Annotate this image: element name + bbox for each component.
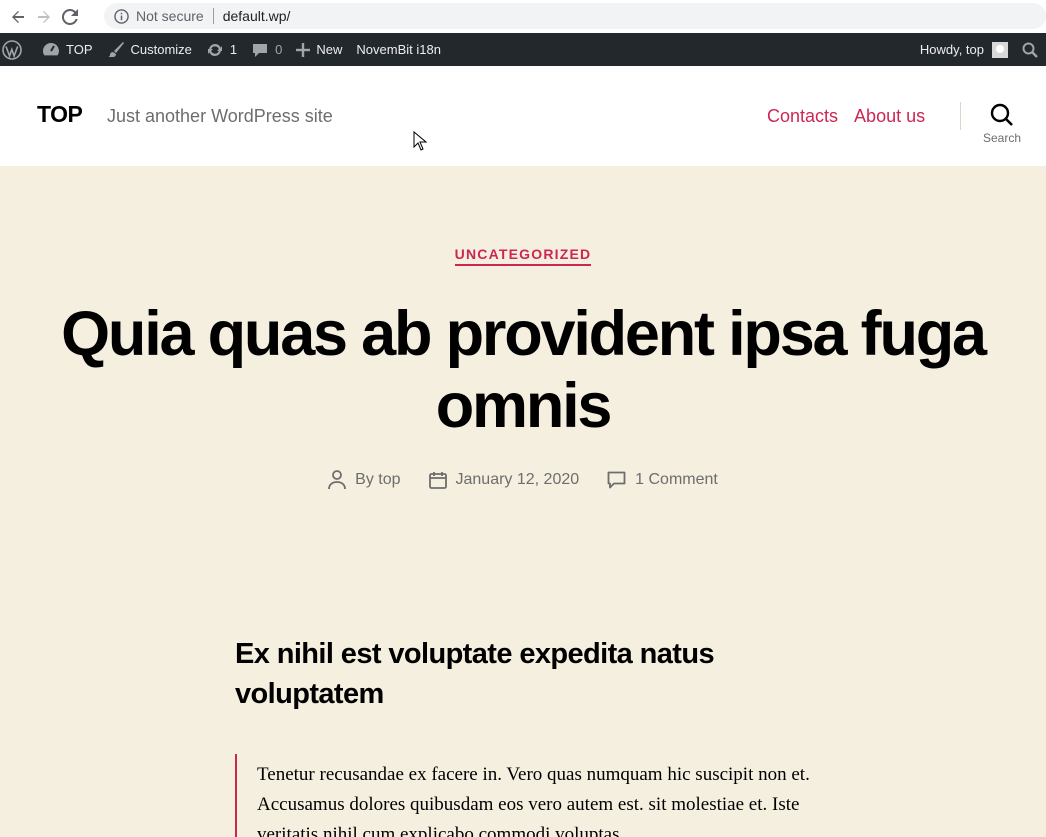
person-icon (328, 470, 347, 490)
category-link[interactable]: UNCATEGORIZED (454, 246, 592, 266)
new-label: New (316, 42, 343, 57)
menu-item-contacts[interactable]: Contacts (767, 106, 838, 127)
arrow-right-icon (38, 10, 50, 23)
new-content-link[interactable]: New (289, 33, 349, 66)
site-header: TOP Just another WordPress site Contacts… (0, 66, 1046, 166)
post-date: January 12, 2020 (428, 470, 580, 490)
comments-link-text[interactable]: 1 Comment (635, 471, 718, 489)
search-icon (1022, 42, 1038, 58)
comment-icon (607, 471, 626, 489)
admin-site-link[interactable]: TOP (35, 33, 100, 66)
plugin-label: NovemBit i18n (356, 42, 441, 57)
updates-icon (207, 43, 222, 56)
post-title: Quia quas ab provident ipsa fuga omnis (61, 299, 987, 441)
header-divider (960, 102, 961, 130)
post-category: UNCATEGORIZED (0, 246, 1046, 266)
site-description: Just another WordPress site (107, 106, 333, 126)
date-link[interactable]: January 12, 2020 (456, 471, 580, 489)
admin-search-button[interactable] (1015, 33, 1046, 66)
arrow-left-icon (12, 10, 24, 23)
wordpress-icon (2, 39, 22, 60)
info-icon (114, 8, 129, 24)
comment-bubble-icon (253, 43, 268, 57)
primary-menu: Contacts About us (767, 106, 925, 127)
plugin-menu-link[interactable]: NovemBit i18n (349, 33, 448, 66)
post-meta: By top January 12, 2020 1 Comment (0, 470, 1046, 490)
site-title[interactable]: TOP (37, 101, 83, 128)
search-toggle-button[interactable]: Search (980, 103, 1024, 153)
admin-site-name: TOP (66, 42, 93, 57)
content-blockquote: Tenetur recusandae ex facere in. Vero qu… (235, 754, 835, 837)
updates-count: 1 (229, 42, 238, 57)
avatar (992, 41, 1008, 58)
security-label: Not secure (136, 8, 204, 24)
menu-item-about-us[interactable]: About us (854, 106, 925, 127)
calendar-icon (428, 472, 447, 489)
wp-logo-button[interactable] (0, 33, 35, 66)
comments-link[interactable]: 0 (244, 33, 289, 66)
howdy-label: Howdy, top (919, 42, 984, 57)
customize-label: Customize (130, 42, 192, 57)
forward-button[interactable] (31, 4, 57, 30)
mouse-cursor-icon (413, 131, 427, 151)
search-icon (990, 103, 1013, 126)
reload-button[interactable] (57, 4, 83, 30)
dashboard-icon (43, 42, 59, 55)
wp-admin-bar: TOP Customize 1 0 New NovemBit i18n Howd… (0, 33, 1046, 66)
paintbrush-icon (107, 41, 124, 57)
url-divider (212, 8, 214, 24)
updates-link[interactable]: 1 (199, 33, 244, 66)
browser-toolbar: Not secure default.wp/ (0, 0, 1046, 33)
address-bar[interactable]: Not secure default.wp/ (104, 3, 1046, 29)
account-menu[interactable]: Howdy, top (913, 33, 1015, 66)
search-label: Search (982, 131, 1022, 145)
comments-count: 0 (275, 42, 283, 57)
customize-link[interactable]: Customize (100, 33, 199, 66)
content-heading: Ex nihil est voluptate expedita natus vo… (235, 638, 715, 710)
post-author: By top (328, 470, 401, 490)
plus-icon (296, 42, 311, 57)
url-text: default.wp/ (222, 8, 291, 24)
author-link[interactable]: By top (355, 471, 400, 489)
back-button[interactable] (5, 4, 31, 30)
reload-icon (62, 8, 78, 25)
post-comments: 1 Comment (607, 470, 718, 490)
